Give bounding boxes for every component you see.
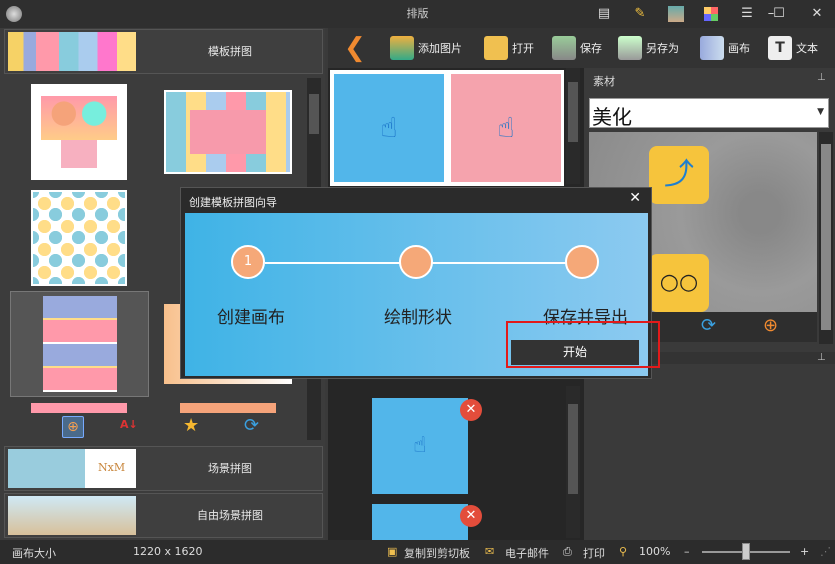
back-arrow-icon: ❮ — [344, 33, 366, 63]
hand-pointer-icon: ☝ — [497, 111, 515, 144]
step-2-label: 绘制形状 — [384, 308, 452, 328]
add-icon[interactable]: ⊕ — [62, 416, 84, 438]
print-icon[interactable]: ⎙ — [563, 545, 572, 559]
status-bar: 画布大小 1220 x 1620 ▣ 复制到剪切板 ✉ 电子邮件 ⎙ 打印 ⚲ … — [0, 540, 835, 564]
canvas-size-value: 1220 x 1620 — [133, 545, 203, 558]
maximize-button[interactable]: ☐ — [768, 4, 790, 24]
dialog-title: 创建模板拼图向导 — [189, 196, 277, 209]
text-icon: T — [768, 36, 792, 60]
close-button[interactable]: ✕ — [806, 4, 828, 24]
save-label: 保存 — [580, 42, 602, 55]
text-label: 文本 — [796, 42, 818, 55]
hand-pointer-icon: ☝ — [380, 111, 398, 144]
material-dropdown-value: 美化 — [592, 105, 632, 129]
category-scene-collage[interactable]: NxM 场景拼图 — [4, 446, 323, 491]
folder-icon — [484, 36, 508, 60]
chevron-down-icon: ▼ — [817, 107, 824, 117]
print-button[interactable]: 打印 — [583, 545, 605, 561]
canvas-page: ☝ ☝ — [330, 70, 564, 186]
category-label: 场景拼图 — [208, 462, 252, 475]
refresh-icon[interactable]: ⟳ — [244, 415, 259, 436]
add-icon[interactable]: ⊕ — [763, 315, 778, 336]
material-dropdown[interactable]: 美化 ▼ — [589, 98, 829, 129]
category-thumbnail — [8, 496, 136, 535]
category-thumbnail — [8, 32, 136, 71]
email-icon[interactable]: ✉ — [485, 545, 494, 558]
template-partial-bottom-left[interactable] — [31, 403, 127, 413]
zoom-slider-thumb[interactable] — [742, 543, 750, 560]
save-as-button[interactable]: 另存为 — [618, 32, 679, 64]
step-3-circle — [565, 245, 599, 279]
open-label: 打开 — [512, 42, 534, 55]
photo-icon[interactable] — [665, 4, 687, 24]
remove-icon[interactable]: ✕ — [460, 505, 482, 527]
zoom-value: 100% — [639, 545, 671, 558]
canvas-icon — [700, 36, 724, 60]
step-1-circle: 1 — [231, 245, 265, 279]
folder-glasses-icon[interactable]: ○○ — [649, 254, 709, 312]
highlight-box — [506, 321, 660, 368]
photo-slot-pink[interactable]: ☝ — [451, 74, 561, 182]
zoom-in-button[interactable]: + — [800, 545, 809, 558]
save-as-icon — [618, 36, 642, 60]
canvas-label: 画布 — [728, 42, 750, 55]
step-1-label: 创建画布 — [217, 308, 285, 328]
pencil-icon[interactable]: ✎ — [629, 4, 651, 24]
material-title: 素材 — [593, 75, 615, 88]
template-circles[interactable] — [31, 190, 127, 286]
shapes-scrollbar[interactable] — [566, 386, 580, 538]
refresh-icon[interactable]: ⟳ — [701, 315, 716, 336]
category-thumbnail: NxM — [8, 449, 136, 488]
menu-icon[interactable]: ☰ — [736, 4, 758, 24]
step-connector — [431, 262, 567, 264]
page-icon[interactable]: ▤ — [593, 4, 615, 24]
resize-grip-icon: ⋰ — [820, 545, 831, 558]
email-button[interactable]: 电子邮件 — [505, 545, 549, 561]
open-button[interactable]: 打开 — [484, 32, 534, 64]
save-button[interactable]: 保存 — [552, 32, 602, 64]
add-image-icon — [390, 36, 414, 60]
step-connector — [265, 262, 405, 264]
zoom-icon: ⚲ — [619, 545, 628, 558]
photo-slot-blue[interactable]: ☝ — [334, 74, 444, 182]
main-toolbar: ❮ 添加图片 打开 保存 另存为 画布 T 文本 — [328, 28, 835, 68]
pin-icon[interactable]: ⊥ — [817, 352, 826, 363]
category-label: 自由场景拼图 — [197, 509, 263, 522]
star-icon[interactable]: ★ — [183, 415, 199, 436]
zoom-out-button[interactable]: – — [684, 545, 690, 558]
text-button[interactable]: T 文本 — [768, 32, 818, 64]
category-free-scene-collage[interactable]: 自由场景拼图 — [4, 493, 323, 538]
category-label: 模板拼图 — [208, 45, 252, 58]
thumb-text: NxM — [98, 461, 126, 474]
add-image-button[interactable]: 添加图片 — [390, 32, 462, 64]
remove-icon[interactable]: ✕ — [460, 399, 482, 421]
step-2-circle — [399, 245, 433, 279]
save-as-label: 另存为 — [646, 42, 679, 55]
canvas-button[interactable]: 画布 — [700, 32, 750, 64]
back-button[interactable]: ❮ — [344, 32, 366, 64]
add-image-label: 添加图片 — [418, 42, 462, 55]
clipboard-icon[interactable]: ▣ — [387, 545, 397, 558]
close-icon[interactable]: ✕ — [629, 190, 641, 206]
category-template-collage[interactable]: 模板拼图 — [4, 29, 323, 74]
grid-icon[interactable] — [700, 4, 722, 24]
template-grid-selected[interactable] — [10, 291, 149, 397]
template-partial-bottom-right[interactable] — [180, 403, 276, 413]
copy-to-clipboard-button[interactable]: 复制到剪切板 — [404, 545, 470, 561]
template-heart[interactable] — [31, 84, 127, 180]
sort-az-icon[interactable]: A↓ — [120, 418, 138, 431]
shape-slot-1[interactable]: ☝ — [372, 398, 468, 494]
material-scrollbar[interactable] — [819, 132, 833, 344]
pin-icon[interactable]: ⊥ — [817, 72, 826, 83]
template-frame[interactable] — [164, 90, 292, 174]
save-icon — [552, 36, 576, 60]
shape-slot-2[interactable] — [372, 504, 468, 540]
hand-pointer-icon: ☝ — [413, 433, 427, 458]
title-bar: 排版 ▤ ✎ ☰ – ☐ ✕ — [0, 0, 835, 28]
canvas-size-label: 画布大小 — [12, 547, 56, 560]
folder-upload-icon[interactable]: ⤴ — [649, 146, 709, 204]
canvas-scrollbar[interactable] — [566, 68, 580, 184]
